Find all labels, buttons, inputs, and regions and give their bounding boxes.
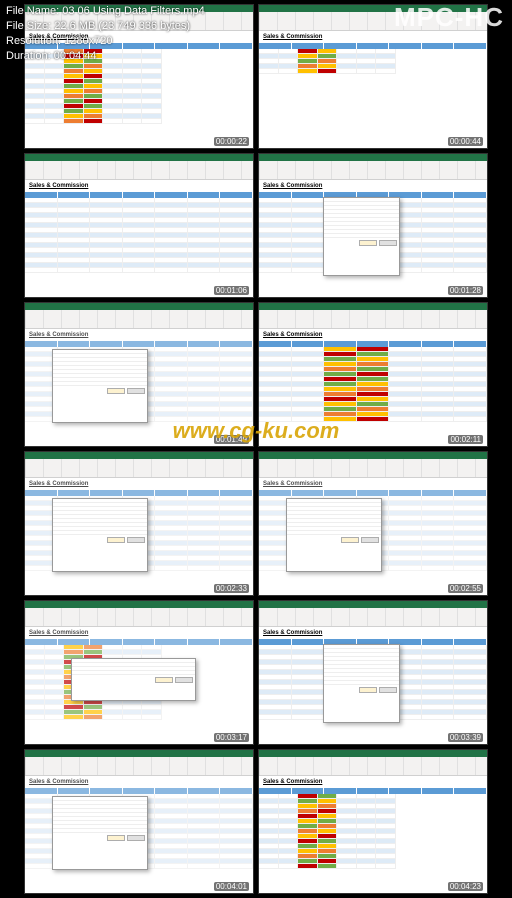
table-row bbox=[25, 119, 162, 124]
filter-dialog[interactable] bbox=[52, 796, 148, 870]
thumbnail[interactable]: Sales & Commission 00:04:23 bbox=[258, 749, 488, 894]
sheet-title: Sales & Commission bbox=[25, 329, 253, 341]
thumbnail[interactable]: Sales & Commission 00:03:39 bbox=[258, 600, 488, 745]
table-body bbox=[259, 347, 487, 446]
worksheet-area: Sales & Commission bbox=[259, 31, 487, 148]
worksheet-area: Sales & Commission bbox=[259, 329, 487, 446]
thumbnail[interactable]: Sales & Commission 00:02:33 bbox=[24, 451, 254, 596]
sheet-title: Sales & Commission bbox=[259, 329, 487, 341]
ok-button[interactable] bbox=[341, 537, 359, 543]
filter-dropdown[interactable] bbox=[323, 197, 401, 276]
sheet-title: Sales & Commission bbox=[259, 478, 487, 490]
timestamp-badge: 00:02:55 bbox=[448, 584, 483, 593]
table-body bbox=[25, 49, 162, 148]
thumbnail[interactable]: Sales & Commission 00:02:55 bbox=[258, 451, 488, 596]
excel-ribbon bbox=[25, 750, 253, 776]
excel-ribbon bbox=[25, 303, 253, 329]
label-filesize: File Size: bbox=[6, 20, 51, 32]
timestamp-badge: 00:01:06 bbox=[214, 286, 249, 295]
ok-button[interactable] bbox=[107, 835, 125, 841]
excel-ribbon bbox=[259, 452, 487, 478]
table-body bbox=[25, 198, 253, 297]
sheet-title: Sales & Commission bbox=[25, 627, 253, 639]
sheet-title: Sales & Commission bbox=[25, 776, 253, 788]
timestamp-badge: 00:00:44 bbox=[448, 137, 483, 146]
thumbnail[interactable]: Sales & Commission 00:01:28 bbox=[258, 153, 488, 298]
sheet-title: Sales & Commission bbox=[259, 776, 487, 788]
timestamp-badge: 00:04:01 bbox=[214, 882, 249, 891]
label-filename: File Name: bbox=[6, 5, 59, 17]
filter-dialog[interactable] bbox=[286, 498, 382, 572]
timestamp-badge: 00:03:39 bbox=[448, 733, 483, 742]
filter-dialog[interactable] bbox=[52, 498, 148, 572]
timestamp-badge: 00:02:33 bbox=[214, 584, 249, 593]
table-body bbox=[259, 794, 396, 893]
cancel-button[interactable] bbox=[127, 835, 145, 841]
file-info-overlay: File Name: 03 06 Using Data Filters.mp4 … bbox=[6, 4, 205, 63]
table-row bbox=[259, 864, 396, 869]
custom-filter-dialog[interactable] bbox=[71, 658, 196, 701]
sheet-title: Sales & Commission bbox=[25, 180, 253, 192]
excel-ribbon bbox=[259, 750, 487, 776]
table-body bbox=[259, 49, 396, 148]
cancel-button[interactable] bbox=[175, 677, 193, 683]
table-row bbox=[259, 417, 487, 422]
sheet-title: Sales & Commission bbox=[259, 627, 487, 639]
filter-dropdown[interactable] bbox=[323, 644, 401, 723]
label-duration: Duration: bbox=[6, 50, 51, 62]
filter-dialog[interactable] bbox=[52, 349, 148, 423]
timestamp-badge: 00:00:22 bbox=[214, 137, 249, 146]
thumbnail[interactable]: Sales & Commission 00:03:17 bbox=[24, 600, 254, 745]
ok-button[interactable] bbox=[107, 537, 125, 543]
timestamp-badge: 00:03:17 bbox=[214, 733, 249, 742]
timestamp-badge: 00:04:23 bbox=[448, 882, 483, 891]
ok-button[interactable] bbox=[155, 677, 173, 683]
cancel-button[interactable] bbox=[361, 537, 379, 543]
ok-button[interactable] bbox=[359, 687, 377, 693]
thumbnail[interactable]: Sales & Commission 00:01:06 bbox=[24, 153, 254, 298]
excel-ribbon bbox=[25, 452, 253, 478]
timestamp-badge: 00:02:11 bbox=[448, 435, 483, 444]
ok-button[interactable] bbox=[107, 388, 125, 394]
value-duration: 00:04:44 bbox=[54, 50, 97, 62]
table-row bbox=[259, 69, 396, 74]
table-row bbox=[25, 268, 253, 273]
worksheet-area: Sales & Commission bbox=[259, 776, 487, 893]
cancel-button[interactable] bbox=[379, 240, 397, 246]
value-filename: 03 06 Using Data Filters.mp4 bbox=[62, 5, 204, 17]
thumbnail-grid: Sales & Commission 00:00:22 Sales & Commis… bbox=[24, 0, 488, 898]
label-resolution: Resolution: bbox=[6, 35, 61, 47]
worksheet-area: Sales & Commission bbox=[25, 180, 253, 297]
excel-ribbon bbox=[259, 303, 487, 329]
ok-button[interactable] bbox=[359, 240, 377, 246]
cancel-button[interactable] bbox=[379, 687, 397, 693]
value-filesize: 22,6 MB (23 749 336 bytes) bbox=[54, 20, 190, 32]
timestamp-badge: 00:01:49 bbox=[214, 435, 249, 444]
thumbnail[interactable]: Sales & Commission 00:02:11 bbox=[258, 302, 488, 447]
timestamp-badge: 00:01:28 bbox=[448, 286, 483, 295]
cancel-button[interactable] bbox=[127, 388, 145, 394]
excel-ribbon bbox=[259, 154, 487, 180]
sheet-title: Sales & Commission bbox=[259, 180, 487, 192]
excel-ribbon bbox=[259, 601, 487, 627]
thumbnail[interactable]: Sales & Commission 00:04:01 bbox=[24, 749, 254, 894]
thumbnail[interactable]: Sales & Commission 00:01:49 bbox=[24, 302, 254, 447]
sheet-title: Sales & Commission bbox=[25, 478, 253, 490]
cancel-button[interactable] bbox=[127, 537, 145, 543]
table-row bbox=[25, 715, 162, 720]
player-brand: MPC-HC bbox=[394, 2, 504, 33]
value-resolution: 1280x720 bbox=[64, 35, 112, 47]
excel-ribbon bbox=[25, 601, 253, 627]
excel-ribbon bbox=[25, 154, 253, 180]
